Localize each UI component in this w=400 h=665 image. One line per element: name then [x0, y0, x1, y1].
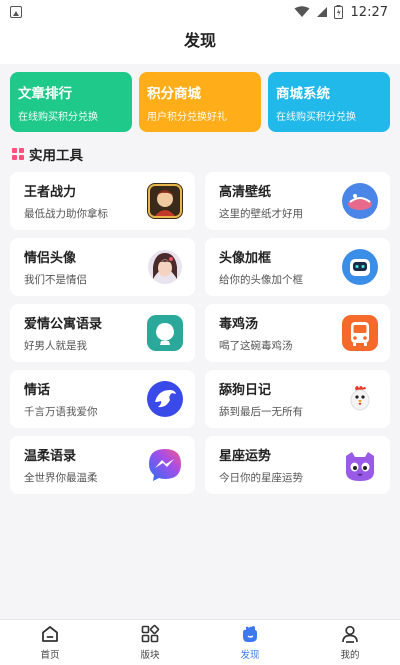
notification-app-icon — [10, 6, 22, 18]
tool-subtitle: 全世界你最温柔 — [24, 472, 98, 484]
tab-home[interactable]: 首页 — [0, 620, 100, 665]
tab-label: 首页 — [40, 650, 60, 661]
banner-title: 积分商城 — [147, 86, 201, 102]
banner-row: 文章排行 在线购买积分兑换 积分商城 用户积分兑换好礼 商城系统 在线购买积分兑… — [0, 64, 400, 132]
discover-icon — [243, 626, 257, 642]
robot-frame-icon — [340, 247, 380, 287]
signal-icon — [316, 7, 327, 17]
wallpaper-icon — [340, 181, 380, 221]
tool-title: 高清壁纸 — [219, 185, 272, 200]
tool-title: 爱情公寓语录 — [24, 317, 103, 332]
status-left — [10, 6, 22, 18]
tool-card-poison-soup[interactable]: 毒鸡汤 喝了这碗毒鸡汤 — [205, 304, 390, 362]
tab-discover[interactable]: 发现 — [200, 620, 300, 665]
grid-icon — [12, 148, 24, 160]
banner-subtitle: 在线购买积分兑换 — [18, 112, 98, 123]
banner-title: 文章排行 — [18, 86, 72, 102]
tab-label: 发现 — [240, 650, 260, 661]
banner-subtitle: 在线购买积分兑换 — [276, 112, 356, 123]
status-right: 12:27 — [294, 5, 388, 20]
tool-text: 星座运势 今日你的星座运势 — [219, 445, 303, 485]
game-hero-icon — [145, 181, 185, 221]
tool-title: 温柔语录 — [24, 449, 77, 464]
tool-card-hd-wallpaper[interactable]: 高清壁纸 这里的壁纸才好用 — [205, 172, 390, 230]
tool-card-love-words[interactable]: 情话 千言万语我爱你 — [10, 370, 195, 428]
status-time: 12:27 — [350, 4, 388, 20]
bottom-tab-bar: 首页 版块 发现 我的 — [0, 619, 400, 665]
tools-grid: 王者战力 最低战力助你拿标 高清壁纸 这里的壁纸才好用 情侣头像 我们不是情侣 … — [0, 172, 400, 494]
tool-title: 情话 — [24, 383, 51, 398]
banner-article-ranking[interactable]: 文章排行 在线购买积分兑换 — [10, 72, 132, 132]
tool-title: 情侣头像 — [24, 251, 77, 266]
wifi-icon — [294, 6, 310, 17]
tool-title: 舔狗日记 — [219, 383, 272, 398]
tool-text: 情话 千言万语我爱你 — [24, 379, 98, 419]
tool-subtitle: 我们不是情侣 — [24, 274, 87, 286]
tool-text: 王者战力 最低战力助你拿标 — [24, 181, 108, 221]
tool-text: 头像加框 给你的头像加个框 — [219, 247, 303, 287]
banner-subtitle: 用户积分兑换好礼 — [147, 112, 227, 123]
tools-section-header: 实用工具 — [0, 132, 400, 172]
tab-mine[interactable]: 我的 — [300, 620, 400, 665]
tab-label: 我的 — [340, 650, 360, 661]
tool-text: 毒鸡汤 喝了这碗毒鸡汤 — [219, 313, 293, 353]
tool-title: 头像加框 — [219, 251, 272, 266]
messenger-icon — [145, 445, 185, 485]
tool-card-ipartment-quotes[interactable]: 爱情公寓语录 好男人就是我 — [10, 304, 195, 362]
user-icon — [342, 625, 358, 643]
tool-subtitle: 舔到最后一无所有 — [219, 406, 303, 418]
page-title: 发现 — [0, 24, 400, 58]
tool-subtitle: 好男人就是我 — [24, 340, 87, 352]
tool-title: 王者战力 — [24, 185, 77, 200]
tool-subtitle: 给你的头像加个框 — [219, 274, 303, 286]
rooster-icon — [340, 379, 380, 419]
banner-mall-system[interactable]: 商城系统 在线购买积分兑换 — [268, 72, 390, 132]
banner-title: 商城系统 — [276, 86, 330, 102]
tab-blocks[interactable]: 版块 — [100, 620, 200, 665]
tool-card-horoscope[interactable]: 星座运势 今日你的星座运势 — [205, 436, 390, 494]
dolphin-icon — [145, 379, 185, 419]
tool-subtitle: 喝了这碗毒鸡汤 — [219, 340, 293, 352]
tool-subtitle: 千言万语我爱你 — [24, 406, 98, 418]
banner-points-mall[interactable]: 积分商城 用户积分兑换好礼 — [139, 72, 261, 132]
couple-avatar-icon — [145, 247, 185, 287]
bus-icon — [340, 313, 380, 353]
shell-icon — [145, 313, 185, 353]
blocks-icon — [141, 624, 160, 643]
status-bar: 12:27 — [0, 0, 400, 24]
tool-text: 温柔语录 全世界你最温柔 — [24, 445, 98, 485]
tool-text: 高清壁纸 这里的壁纸才好用 — [219, 181, 303, 221]
tool-text: 舔狗日记 舔到最后一无所有 — [219, 379, 303, 419]
tool-text: 情侣头像 我们不是情侣 — [24, 247, 87, 287]
tool-subtitle: 今日你的星座运势 — [219, 472, 303, 484]
tool-title: 星座运势 — [219, 449, 272, 464]
tool-card-couple-avatar[interactable]: 情侣头像 我们不是情侣 — [10, 238, 195, 296]
section-title: 实用工具 — [29, 148, 83, 164]
tab-label: 版块 — [140, 650, 160, 661]
purple-cat-icon — [340, 445, 380, 485]
tool-card-simp-diary[interactable]: 舔狗日记 舔到最后一无所有 — [205, 370, 390, 428]
tool-subtitle: 这里的壁纸才好用 — [219, 208, 303, 220]
tool-card-avatar-frame[interactable]: 头像加框 给你的头像加个框 — [205, 238, 390, 296]
tool-card-gentle-quotes[interactable]: 温柔语录 全世界你最温柔 — [10, 436, 195, 494]
tool-subtitle: 最低战力助你拿标 — [24, 208, 108, 220]
tool-card-king-power[interactable]: 王者战力 最低战力助你拿标 — [10, 172, 195, 230]
tool-text: 爱情公寓语录 好男人就是我 — [24, 313, 102, 353]
tool-title: 毒鸡汤 — [219, 317, 259, 332]
battery-icon — [333, 5, 343, 19]
home-icon — [42, 626, 58, 642]
